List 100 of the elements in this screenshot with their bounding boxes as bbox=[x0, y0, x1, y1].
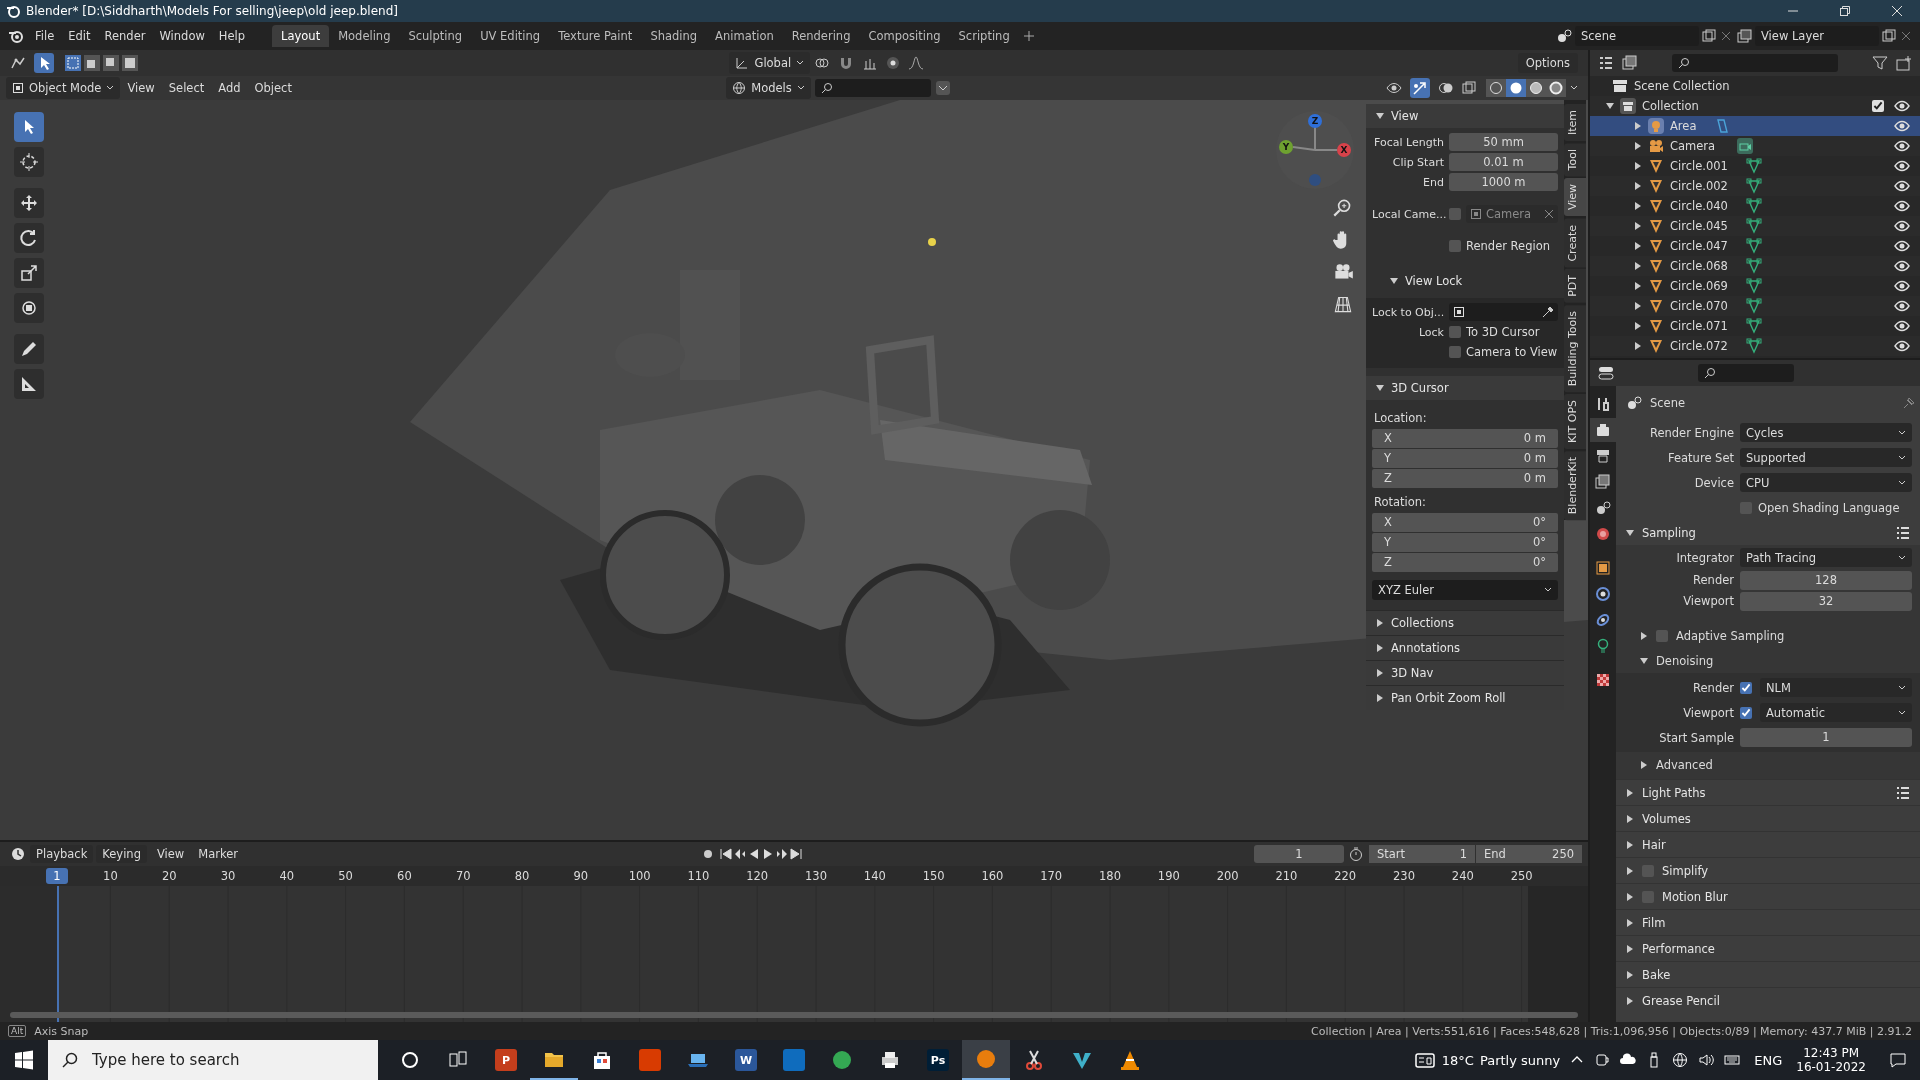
checkbox[interactable] bbox=[1449, 346, 1461, 358]
outliner-row[interactable]: Circle.047 bbox=[1590, 236, 1920, 256]
workspace-tab[interactable]: Rendering bbox=[782, 25, 860, 47]
layers-icon[interactable] bbox=[1736, 28, 1752, 44]
speaker-icon[interactable] bbox=[1698, 1052, 1715, 1068]
sidebar-tab[interactable]: KIT OPS bbox=[1564, 394, 1586, 450]
collection-dropdown[interactable]: Models bbox=[726, 77, 811, 99]
stopwatch-icon[interactable] bbox=[1348, 846, 1364, 862]
workspace-tab[interactable]: Shading bbox=[641, 25, 707, 47]
close-icon[interactable] bbox=[1720, 30, 1732, 42]
collapsed-icon[interactable] bbox=[1634, 122, 1642, 130]
expanded-icon[interactable] bbox=[1640, 656, 1648, 665]
collapsed-icon[interactable] bbox=[1634, 182, 1642, 190]
toggle-icon[interactable] bbox=[1598, 365, 1614, 381]
number-field[interactable]: Y 0° bbox=[1372, 533, 1558, 552]
eye-icon[interactable] bbox=[1894, 198, 1910, 214]
workspace-tab[interactable]: Modeling bbox=[329, 25, 400, 47]
outliner-item[interactable]: Collection bbox=[1642, 99, 1699, 113]
collapsed-icon[interactable] bbox=[1634, 162, 1642, 170]
close-icon[interactable] bbox=[1900, 30, 1912, 42]
collapsed-icon[interactable] bbox=[1634, 222, 1642, 230]
orientation-dropdown[interactable]: Global bbox=[729, 52, 811, 74]
subpanel-header[interactable]: View Lock bbox=[1372, 256, 1558, 292]
eye-icon[interactable] bbox=[1894, 98, 1910, 114]
collapsed-icon[interactable] bbox=[1634, 142, 1642, 150]
eye-icon[interactable] bbox=[1894, 318, 1910, 334]
number-field[interactable]: X 0 m bbox=[1372, 429, 1558, 448]
current-frame-marker[interactable]: 1 bbox=[46, 868, 68, 884]
workspace-tab[interactable]: Scripting bbox=[949, 25, 1019, 47]
cursor-tool-icon[interactable] bbox=[14, 147, 44, 177]
outliner-row[interactable]: Circle.040 bbox=[1590, 196, 1920, 216]
checkbox[interactable] bbox=[1449, 208, 1461, 220]
overlay-icon[interactable] bbox=[1438, 80, 1454, 96]
menu-item[interactable]: Window bbox=[152, 26, 212, 46]
select-tool-icon[interactable] bbox=[34, 53, 54, 73]
number-field[interactable]: 1000 m bbox=[1449, 173, 1558, 191]
keyboard-icon[interactable] bbox=[1724, 1052, 1741, 1068]
eye-icon[interactable] bbox=[1894, 138, 1910, 154]
jump-end-icon[interactable] bbox=[788, 847, 803, 861]
menu-item[interactable]: Add bbox=[211, 78, 248, 98]
number-field[interactable]: X 0° bbox=[1372, 513, 1558, 532]
object-field[interactable]: Camera bbox=[1466, 205, 1558, 223]
images-icon[interactable] bbox=[1622, 55, 1638, 71]
search-field[interactable] bbox=[1698, 364, 1794, 382]
panel-header[interactable]: View bbox=[1366, 104, 1564, 128]
scene-field[interactable]: Scene bbox=[1575, 26, 1699, 46]
menu-item[interactable]: Help bbox=[211, 26, 253, 46]
menu-item[interactable]: Marker bbox=[191, 844, 245, 864]
outliner-item[interactable]: Scene Collection bbox=[1634, 79, 1730, 93]
gizmo-toggle-icon[interactable] bbox=[1410, 78, 1430, 98]
sidebar-tab[interactable]: View bbox=[1564, 178, 1586, 217]
rendered-shading-button[interactable] bbox=[1546, 79, 1566, 97]
menu-item[interactable]: View bbox=[149, 844, 192, 864]
dropdown[interactable]: CPU bbox=[1740, 473, 1912, 492]
mesh-data-icon[interactable] bbox=[1745, 178, 1762, 194]
copy-icon[interactable] bbox=[1882, 29, 1896, 43]
workspace-tab[interactable]: Animation bbox=[706, 25, 783, 47]
taskbar-button[interactable]: P bbox=[482, 1040, 530, 1080]
mesh-data-icon[interactable] bbox=[1745, 298, 1762, 314]
number-field[interactable]: 128 bbox=[1740, 570, 1912, 590]
clock-icon[interactable] bbox=[10, 846, 26, 862]
workspace-tab[interactable]: Compositing bbox=[859, 25, 950, 47]
next-keyframe-icon[interactable] bbox=[774, 847, 789, 861]
select-tool-icon[interactable] bbox=[14, 112, 44, 142]
light-data-icon[interactable] bbox=[1714, 118, 1731, 134]
falloff-curve-icon[interactable] bbox=[908, 55, 925, 71]
new-collection-icon[interactable] bbox=[1896, 55, 1912, 71]
outliner-row[interactable]: Area bbox=[1590, 116, 1920, 136]
move-tool-icon[interactable] bbox=[14, 188, 44, 218]
mesh-data-icon[interactable] bbox=[1745, 258, 1762, 274]
start-frame-field[interactable]: Start 1 bbox=[1369, 845, 1475, 863]
dropdown[interactable]: Automatic bbox=[1760, 703, 1912, 722]
eye-icon[interactable] bbox=[1894, 178, 1910, 194]
transform-tool-icon[interactable] bbox=[14, 293, 44, 323]
workspace-tab[interactable]: UV Editing bbox=[471, 25, 550, 47]
search-field[interactable] bbox=[1672, 54, 1838, 72]
eyedropper-icon[interactable] bbox=[1542, 306, 1554, 318]
menu-item[interactable]: Playback bbox=[30, 845, 94, 863]
options-button[interactable]: Options bbox=[1517, 53, 1578, 73]
object-field[interactable] bbox=[1449, 303, 1558, 321]
sidebar-tab[interactable]: PDT bbox=[1564, 269, 1586, 303]
pivot-icon[interactable] bbox=[814, 55, 831, 71]
eye-icon[interactable] bbox=[1894, 278, 1910, 294]
ruler-icon[interactable] bbox=[14, 369, 44, 399]
number-field[interactable]: 0.01 m bbox=[1449, 153, 1558, 171]
pencil-icon[interactable] bbox=[14, 334, 44, 364]
eye-icon[interactable] bbox=[1894, 238, 1910, 254]
camera-data-icon[interactable] bbox=[1737, 138, 1754, 154]
pin-icon[interactable] bbox=[1902, 396, 1916, 410]
copy-icon[interactable] bbox=[1702, 29, 1716, 43]
network-icon[interactable] bbox=[1672, 1052, 1689, 1068]
chevron-icon[interactable] bbox=[934, 80, 951, 96]
scrollbar[interactable] bbox=[10, 1012, 1578, 1018]
menu-item[interactable]: View bbox=[120, 78, 162, 98]
menu-item[interactable]: Select bbox=[161, 78, 212, 98]
search-field[interactable] bbox=[814, 79, 931, 97]
taskbar-button[interactable]: Ps bbox=[914, 1040, 962, 1080]
dropdown[interactable]: Path Tracing bbox=[1740, 548, 1912, 567]
mesh-data-icon[interactable] bbox=[1745, 218, 1762, 234]
workspace-tab[interactable]: Texture Paint bbox=[549, 25, 642, 47]
